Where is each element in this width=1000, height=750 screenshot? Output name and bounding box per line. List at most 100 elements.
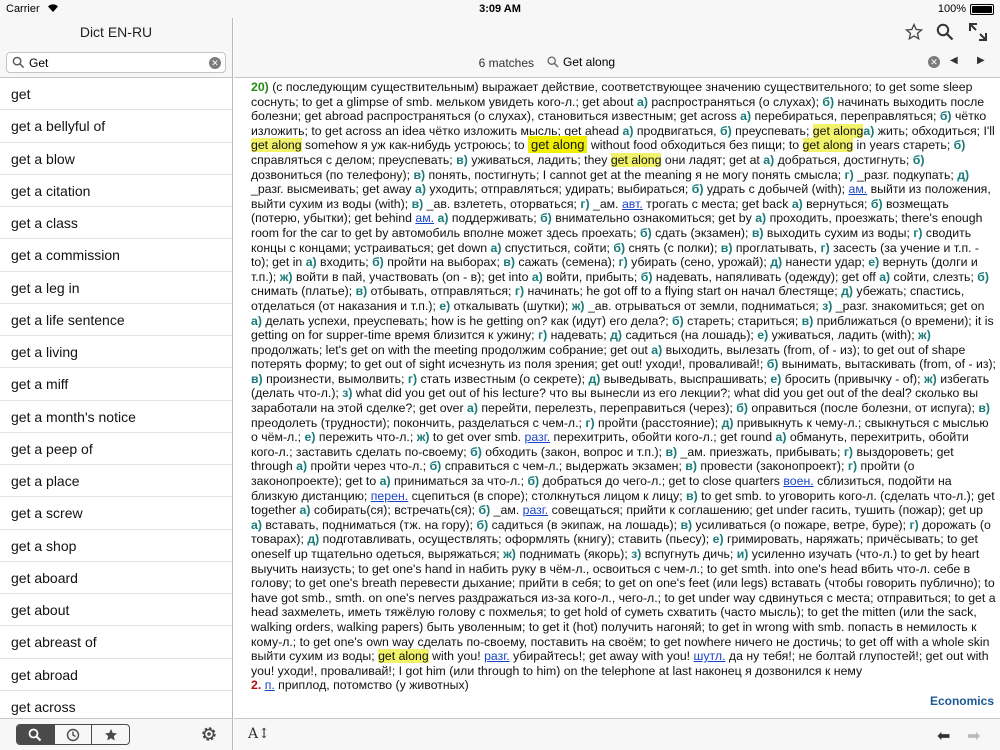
abbreviation-link[interactable]: шутл. — [694, 649, 726, 663]
text: нанести удар; — [782, 255, 869, 270]
article-pane: 6 matches ✕ ◀ ▶ 20) (с последующим сущес… — [234, 18, 1000, 750]
word-list-item[interactable]: get about — [0, 594, 232, 627]
abbreviation-link[interactable]: ам. — [415, 211, 434, 225]
subject-label[interactable]: Economics — [930, 694, 994, 708]
tab-history[interactable] — [55, 725, 93, 744]
search-match: get along — [251, 138, 302, 153]
abbreviation-link[interactable]: авт. — [622, 197, 643, 211]
next-match-button[interactable]: ▶ — [977, 55, 985, 66]
word-list-item[interactable]: get aboard — [0, 562, 232, 594]
word-list-item[interactable]: get a citation — [0, 175, 232, 207]
word-list-item[interactable]: get a living — [0, 336, 232, 369]
fullscreen-icon[interactable] — [969, 23, 987, 41]
word-list-item[interactable]: get a miff — [0, 368, 232, 401]
abbreviation-link[interactable]: разг. — [484, 649, 510, 663]
word-list-item[interactable]: get a bellyful of — [0, 110, 232, 143]
word-list-item[interactable]: get a shop — [0, 530, 232, 562]
text: _разг. знакомиться; get on — [832, 298, 985, 313]
sense-label: б) — [870, 196, 883, 211]
abbreviation-link[interactable]: разг. — [523, 503, 549, 517]
find-input[interactable] — [563, 53, 913, 71]
text: выведывать, выспрашивать; — [600, 371, 771, 386]
word-list-item[interactable]: get abroad — [0, 659, 232, 691]
meaning-20: 20) (с последующим существительным) выра… — [251, 80, 996, 678]
previous-match-button[interactable]: ◀ — [950, 55, 958, 66]
sense-label: б) — [640, 269, 653, 284]
sense-label: а) — [740, 109, 752, 124]
search-icon — [28, 728, 42, 741]
word-list-item[interactable]: get a place — [0, 465, 232, 498]
battery-icon — [970, 4, 994, 15]
text: _ав. взлететь, оторваться; — [423, 196, 581, 211]
sense-label: б) — [527, 474, 540, 489]
search-box[interactable]: ✕ — [6, 52, 226, 73]
sense-label: в) — [665, 444, 678, 459]
search-icon[interactable] — [936, 23, 954, 41]
sense-label: в) — [680, 517, 693, 532]
text: откалывать (шутки); — [450, 298, 572, 313]
sense-label: в) — [251, 371, 263, 386]
forward-arrow-icon[interactable]: ➡ — [967, 726, 980, 746]
sense-label: е) — [868, 255, 880, 270]
word-list-item[interactable]: get a month's notice — [0, 401, 232, 433]
clear-search-icon[interactable]: ✕ — [209, 57, 221, 69]
text: собирать(ся); встречать(ся); — [310, 503, 479, 518]
text: приниматься за что-л.; — [390, 474, 528, 489]
sense-label: д) — [841, 284, 853, 299]
sense-label: в) — [411, 196, 424, 211]
text: to get over smb. — [429, 430, 525, 445]
word-list-item[interactable]: get across — [0, 691, 232, 718]
word-list-item[interactable]: get a class — [0, 207, 232, 240]
text: вспугнуть дичь; — [641, 547, 737, 561]
sense-label: б) — [470, 444, 482, 459]
text: жить; обходиться; I'll — [874, 123, 995, 138]
sidebar: Dict EN-RU ✕ get get a bellyful of get a… — [0, 18, 233, 750]
word-list-item[interactable]: get a life sentence — [0, 304, 232, 336]
sense-label: г) — [909, 517, 919, 532]
abbreviation-link[interactable]: ам. — [849, 182, 868, 196]
back-arrow-icon[interactable]: ⬅ — [937, 726, 950, 746]
text: выходить сухим из воды; — [763, 225, 914, 240]
abbreviation-link[interactable]: разг. — [525, 430, 551, 444]
sense-label: в) — [456, 152, 468, 167]
sense-label: ж) — [416, 430, 430, 445]
tab-favorites[interactable] — [92, 725, 129, 744]
sense-label: г) — [843, 444, 854, 459]
word-list-item[interactable]: get a screw — [0, 497, 232, 530]
text: пройти (расстояние); — [594, 415, 722, 430]
abbreviation-link[interactable]: п. — [265, 678, 275, 692]
text: приплод, потомство (у животных) — [274, 678, 469, 693]
sense-label: б) — [736, 401, 748, 416]
search-input[interactable] — [29, 54, 209, 71]
tab-search[interactable] — [17, 725, 55, 744]
sense-label: а) — [622, 123, 634, 138]
text: пережить что-л.; — [315, 430, 417, 445]
word-list-item[interactable]: get a peep of — [0, 433, 232, 465]
battery-percent: 100% — [937, 3, 966, 15]
sense-label: г) — [580, 196, 590, 211]
text: произнести, вымолвить; — [262, 371, 408, 386]
abbreviation-link[interactable]: воен. — [783, 474, 813, 488]
word-list-item[interactable]: get a leg in — [0, 272, 232, 304]
sense-label: г) — [407, 371, 418, 386]
text: начинать; he got off to a flying start о… — [524, 284, 842, 299]
font-size-icon[interactable]: A↕ — [248, 726, 270, 742]
sense-label: а) — [437, 211, 449, 226]
word-list-item[interactable]: get — [0, 78, 232, 111]
word-list-item[interactable]: get a blow — [0, 143, 232, 175]
sense-label: в) — [503, 255, 515, 270]
text: трогать с места; get back — [642, 196, 792, 211]
text: перейти, перелезть, переправиться (через… — [477, 401, 737, 416]
sense-label: б) — [766, 357, 779, 372]
text: усиленно изучать (что-л.) to get by hear… — [251, 547, 996, 664]
text: вставать, подниматься (тж. на гору); — [261, 517, 477, 532]
text: somehow я уж как-нибудь устроюсь; to — [301, 138, 528, 153]
star-outline-icon[interactable] — [905, 23, 923, 41]
text: садиться (в экипаж, на лошадь); — [488, 517, 681, 532]
word-list-item[interactable]: get a commission — [0, 239, 232, 272]
abbreviation-link[interactable]: перен. — [371, 489, 408, 503]
clear-find-icon[interactable]: ✕ — [928, 56, 940, 68]
gear-icon[interactable] — [200, 725, 218, 743]
word-list-item[interactable]: get abreast of — [0, 626, 232, 659]
text: пройти на выборах; — [383, 255, 504, 270]
